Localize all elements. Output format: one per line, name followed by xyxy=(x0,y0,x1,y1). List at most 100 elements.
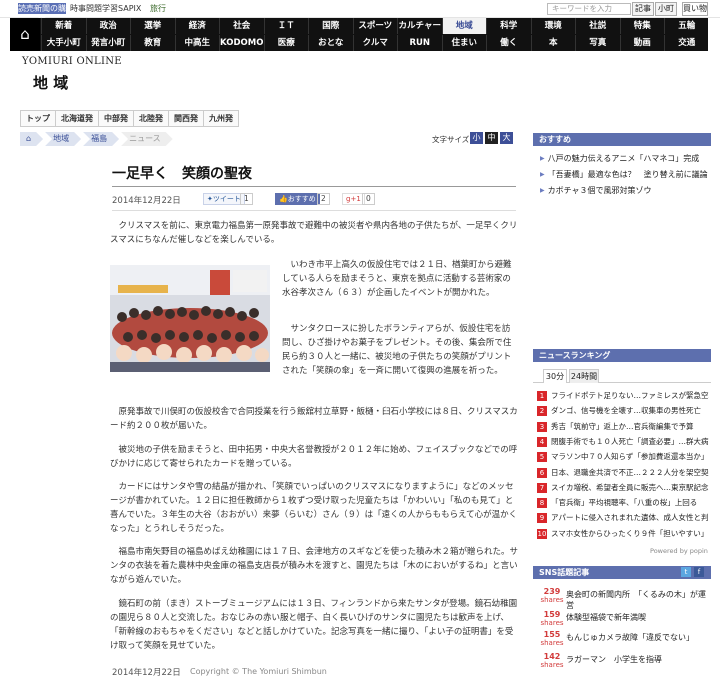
ranking-item[interactable]: 10 スマホ女性からひったくり９件「担いやすい」 xyxy=(537,527,709,540)
search-komachi-button[interactable]: 小町 xyxy=(655,2,677,16)
travel-link[interactable]: 旅行 xyxy=(150,3,166,15)
twitter-icon[interactable]: t xyxy=(681,567,691,577)
sns-article-link[interactable]: 奥会町の新聞内所 「くるみの木」が運営 xyxy=(566,589,706,611)
ranking-item[interactable]: 4 閉腹手術でも１０人死亡「調査必要」…群大病院 xyxy=(537,435,709,448)
tab-hokuriku[interactable]: 北陸発 xyxy=(134,110,169,127)
brand-logo[interactable]: YOMIURI ONLINE xyxy=(22,56,122,67)
recommend-item[interactable]: カボチャ３個で風邪対策ゾウ xyxy=(540,185,652,196)
ranking-item[interactable]: 6 日本、退職金共済で不正…２２２人分を架空契約 xyxy=(537,466,709,479)
search-article-button[interactable]: 記事 xyxy=(632,2,654,16)
tab-top[interactable]: トップ xyxy=(20,110,56,127)
ranking-item[interactable]: 7 スイカ増税、希望者全員に販売へ…東京駅記念 xyxy=(537,481,709,494)
section-title: 地 域 xyxy=(33,74,69,92)
shopping-button[interactable]: 買い物 xyxy=(682,2,708,16)
ranking-item[interactable]: 9 アパートに侵入されまれた遺体、成人女性と判明 xyxy=(537,511,709,524)
sns-article-link[interactable]: 体験型福袋で新年満喫 xyxy=(566,612,706,623)
ranking-title: ダンゴ、信号機を全壊す…収集車の男性死亡 xyxy=(551,406,701,416)
nav-item[interactable]: 動画 xyxy=(619,35,665,51)
article-date: 2014年12月22日 xyxy=(112,196,181,206)
rank-number: 9 xyxy=(537,513,547,524)
nav-item[interactable]: 五輪 xyxy=(664,18,709,34)
nav-item[interactable]: 科学 xyxy=(486,18,531,34)
facebook-icon[interactable]: f xyxy=(694,567,704,577)
ranking-item[interactable]: 5 マラソン中７０人知らず「参加費返還本当か」 xyxy=(537,450,709,463)
nav-item[interactable]: 選挙 xyxy=(130,18,175,34)
recommend-item[interactable]: 八戸の魅力伝えるアニメ「ハマネコ」完成 xyxy=(540,153,700,164)
nav-item[interactable]: KODOMO xyxy=(219,35,264,51)
tab-24h[interactable]: 24時間 xyxy=(569,369,599,383)
nav-item[interactable]: 教育 xyxy=(130,35,175,51)
nav-item[interactable]: 環境 xyxy=(530,18,576,34)
sapix-link[interactable]: 時事問題学習SAPIX xyxy=(70,3,141,15)
nav-item[interactable]: 大手小町 xyxy=(41,35,86,51)
nav-item[interactable]: 中高生 xyxy=(174,35,220,51)
share-number: 159 xyxy=(543,610,561,619)
nav-item[interactable]: スポーツ xyxy=(352,18,398,34)
nav-item[interactable]: カルチャー xyxy=(397,18,442,34)
text-size-large[interactable]: 大 xyxy=(500,132,513,144)
search-input[interactable]: キーワードを入力 xyxy=(547,3,631,15)
paragraph-3: 原発事故で川俣町の仮設校舎で合同授業を行う飯舘村立草野・飯樋・臼石小学校には８日… xyxy=(110,407,518,431)
publisher-link[interactable]: 読売新聞の購読 xyxy=(18,3,66,24)
nav-item[interactable]: 住まい xyxy=(441,35,487,51)
nav-item[interactable]: RUN xyxy=(397,35,442,51)
home-icon[interactable]: ⌂ xyxy=(10,18,40,51)
paragraph-7: 鏡石町の前（まき）ストーブミュージアムには１３日、フィンランドから来たサンタが登… xyxy=(110,599,518,651)
ranking-title: 「官兵衛」平均視聴率、「八重の桜」上回る xyxy=(551,498,698,508)
nav-item[interactable]: ＩＴ xyxy=(263,18,309,34)
nav-item[interactable]: 地域 xyxy=(441,18,486,34)
sns-article-link[interactable]: ラガーマン 小学生を指導 xyxy=(566,654,706,665)
tab-kyushu[interactable]: 九州発 xyxy=(204,110,239,127)
nav-item[interactable]: 写真 xyxy=(575,35,620,51)
breadcrumb-region[interactable]: 地域 xyxy=(45,132,81,146)
text-size-small[interactable]: 小 xyxy=(470,132,483,144)
recommend-item[interactable]: 「吾妻橋」最適な色は？ 塗り替え前に議論 xyxy=(540,169,708,180)
ranking-item[interactable]: 3 秀吉「筑前守」返上か…官兵衛編集で予算 xyxy=(537,420,709,433)
rank-number: 3 xyxy=(537,421,547,432)
nav-item[interactable]: 発言小町 xyxy=(85,35,131,51)
gplus-count: 0 xyxy=(362,193,375,205)
share-number: 155 xyxy=(543,630,561,639)
nav-item[interactable]: 特集 xyxy=(619,18,665,34)
nav-item[interactable]: 政治 xyxy=(85,18,131,34)
nav-item[interactable]: 社会 xyxy=(219,18,264,34)
ranking-title: 秀吉「筑前守」返上か…官兵衛編集で予算 xyxy=(551,421,694,431)
article-photo[interactable] xyxy=(110,265,270,372)
footer-date: 2014年12月22日 xyxy=(112,668,181,678)
rank-number: 1 xyxy=(537,391,547,401)
ranking-title: フライドポテト足りない…ファミレスが緊急空輸 xyxy=(551,391,709,400)
nav-item[interactable]: 医療 xyxy=(263,35,309,51)
text-size-label: 文字サイズ xyxy=(432,135,470,144)
nav-item[interactable]: 社説 xyxy=(575,18,620,34)
tweet-button[interactable]: ✦ツイート xyxy=(203,193,245,205)
text-size-medium[interactable]: 中 xyxy=(485,132,498,144)
title-divider xyxy=(112,186,516,187)
nav-item[interactable]: 働く xyxy=(486,35,531,51)
ranking-tabs: 30分 24時間 xyxy=(533,367,711,383)
sns-article-link[interactable]: もんじゅカメラ故障「違反でない」 xyxy=(566,632,706,643)
nav-item[interactable]: クルマ xyxy=(352,35,398,51)
share-unit: shares xyxy=(540,661,564,669)
breadcrumb-home[interactable]: ⌂ xyxy=(20,132,43,146)
tab-hokkaido[interactable]: 北海道発 xyxy=(56,110,99,127)
home-icon: ⌂ xyxy=(26,134,32,143)
article-title: 一足早く 笑顔の聖夜 xyxy=(112,166,252,182)
nav-item[interactable]: おとな xyxy=(308,35,353,51)
copyright: Copyright © The Yomiuri Shimbun xyxy=(190,667,327,676)
paragraph-4: 被災地の子供を励まそうと、田中拓男・中央大名誉教授が２０１２年に始め、フェイスブ… xyxy=(110,445,518,469)
tab-kansai[interactable]: 関西発 xyxy=(169,110,204,127)
nav-item[interactable]: 交通 xyxy=(664,35,709,51)
tab-chubu[interactable]: 中部発 xyxy=(99,110,134,127)
nav-item[interactable]: 国際 xyxy=(308,18,353,34)
breadcrumb-fukushima[interactable]: 福島 xyxy=(83,132,119,146)
nav-item[interactable]: 本 xyxy=(530,35,576,51)
ranking-header: ニュースランキング xyxy=(533,349,711,362)
recommend-button[interactable]: 👍おすすめ xyxy=(275,193,320,205)
nav-item[interactable]: 新着 xyxy=(41,18,86,34)
nav-item[interactable]: 経済 xyxy=(174,18,220,34)
ranking-item[interactable]: 2 ダンゴ、信号機を全壊す…収集車の男性死亡 xyxy=(537,404,709,417)
tab-30min[interactable]: 30分 xyxy=(543,369,567,383)
breadcrumb: ⌂ 地域 福島 ニュース xyxy=(20,132,175,146)
ranking-item[interactable]: 1 フライドポテト足りない…ファミレスが緊急空輸 xyxy=(537,389,709,402)
ranking-item[interactable]: 8 「官兵衛」平均視聴率、「八重の桜」上回る xyxy=(537,496,709,509)
